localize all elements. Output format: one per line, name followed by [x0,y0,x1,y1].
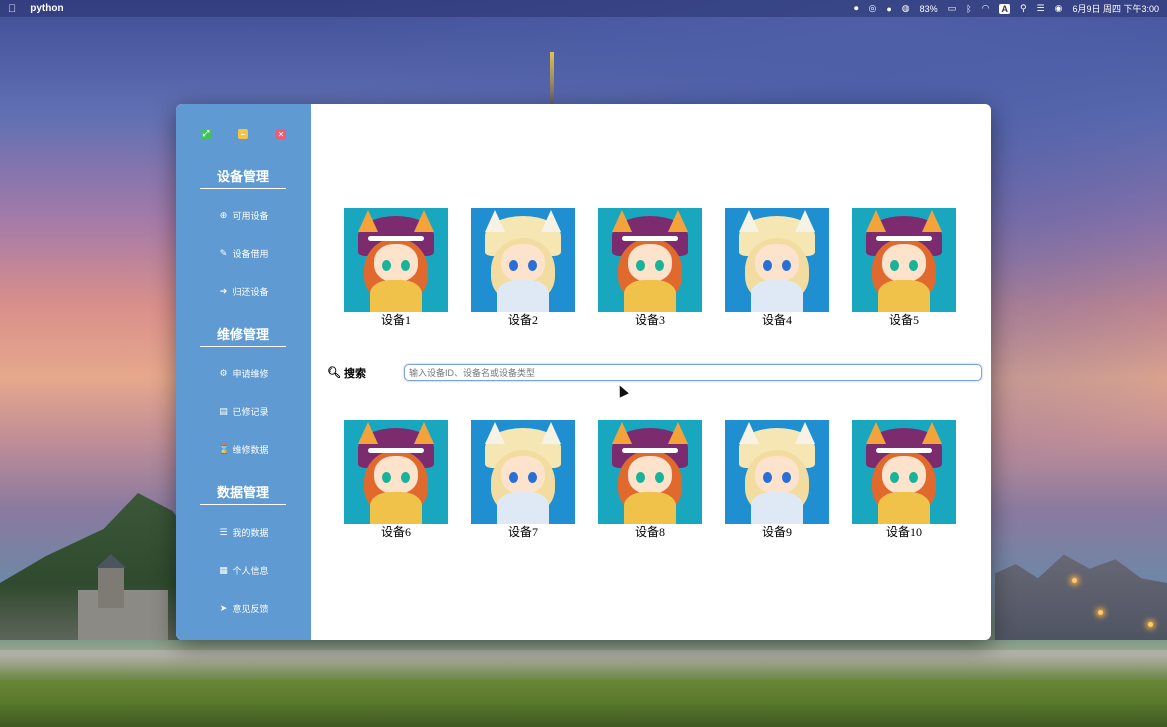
search-input[interactable] [404,364,982,381]
sidebar-item-label: 意见反馈 [232,603,269,614]
sidebar-item-apply-repair[interactable]: ⚙ 申请维修 [176,363,311,383]
maximize-icon[interactable]: ⤢ [201,129,211,139]
gears-icon: ⚙ [219,367,228,378]
sidebar-item-available-devices[interactable]: ⊕ 可用设备 [176,205,311,225]
device-label: 设备5 [888,313,919,327]
list-icon: ☰ [219,526,228,537]
device-image [852,208,956,312]
input-method-icon[interactable]: A [999,3,1010,14]
status-area: ⏺ ◎ ● ◍ 83% ▭ ᛒ ◠ A ⚲ ☰ ◉ 6月9日 周四 下午3:00 [854,2,1159,15]
main-content: 设备1 设备2 设备3 设备4 设备5 🔍︎ 搜索 输入设备ID、设备名或设备类… [311,104,991,640]
castle-tower-scenery [96,554,126,608]
device-card[interactable]: 设备4 [725,208,829,327]
app-menu-name[interactable]: python [30,3,63,14]
paper-plane-icon: ➤ [219,602,228,613]
device-card[interactable]: 设备3 [598,208,702,327]
device-image [598,208,702,312]
town-scenery [995,554,1167,640]
sidebar-item-label: 我的数据 [232,527,269,538]
device-card[interactable]: 设备1 [344,208,448,327]
device-label: 设备7 [507,525,538,539]
chat-icon[interactable]: ◍ [902,3,910,14]
sidebar-item-label: 归还设备 [232,286,269,297]
qq-icon[interactable]: ● [886,4,891,14]
file-icon: ▤ [219,405,228,416]
edit-icon: ✎ [219,247,228,258]
town-light [1098,610,1103,615]
apple-icon[interactable]:  [8,3,16,15]
menu-bar:  python ⏺ ◎ ● ◍ 83% ▭ ᛒ ◠ A ⚲ ☰ ◉ 6月9日 … [0,0,1167,17]
spotlight-search-icon[interactable]: ⚲ [1020,3,1027,14]
sidebar-item-label: 个人信息 [232,565,269,576]
device-card[interactable]: 设备7 [471,420,575,539]
sidebar: ⤢ – ✕ 设备管理 ⊕ 可用设备 ✎ 设备借用 ➜ 归还设备 维修管理 ⚙ 申… [176,104,311,640]
map-icon: ▦ [219,564,228,575]
hourglass-icon: ⌛ [218,443,230,454]
device-card[interactable]: 设备2 [471,208,575,327]
device-label: 设备8 [634,525,665,539]
wifi-icon[interactable]: ◠ [982,3,990,14]
sidebar-item-feedback[interactable]: ➤ 意见反馈 [176,598,311,618]
device-image [344,208,448,312]
device-image [344,420,448,524]
search-label-text: 搜索 [343,367,366,380]
plus-circle-icon: ⊕ [219,209,228,220]
device-label: 设备9 [761,525,792,539]
search-label: 🔍︎ 搜索 [327,365,404,381]
sidebar-item-return-device[interactable]: ➜ 归还设备 [176,281,311,301]
sidebar-item-repair-records[interactable]: ▤ 已修记录 [176,401,311,421]
arrow-circle-icon: ➜ [219,285,228,296]
sidebar-item-personal-info[interactable]: ▦ 个人信息 [176,560,311,580]
sidebar-item-label: 已修记录 [232,406,269,417]
device-card[interactable]: 设备10 [852,420,956,539]
water-scenery [0,650,1167,680]
device-image [725,420,829,524]
device-label: 设备10 [885,525,922,539]
device-image [471,208,575,312]
device-label: 设备1 [380,313,411,327]
siri-icon[interactable]: ◉ [1055,3,1063,14]
town-light [1072,578,1077,583]
close-icon[interactable]: ✕ [276,129,286,139]
clock-text[interactable]: 6月9日 周四 下午3:00 [1072,2,1159,15]
device-image [471,420,575,524]
device-card[interactable]: 设备6 [344,420,448,539]
bluetooth-icon[interactable]: ᛒ [966,4,971,14]
sidebar-item-label: 维修数据 [232,444,269,455]
minimize-icon[interactable]: – [238,129,248,139]
section-title-repair-management: 维修管理 [200,324,286,347]
section-title-device-management: 设备管理 [200,166,286,189]
app-window: ⤢ – ✕ 设备管理 ⊕ 可用设备 ✎ 设备借用 ➜ 归还设备 维修管理 ⚙ 申… [176,104,991,640]
device-card[interactable]: 设备5 [852,208,956,327]
sidebar-item-label: 设备借用 [232,248,269,259]
search-icon: 🔍︎ [327,367,341,379]
sidebar-item-label: 可用设备 [232,210,269,221]
device-label: 设备6 [380,525,411,539]
town-light [1148,622,1153,627]
device-label: 设备4 [761,313,792,327]
device-image [598,420,702,524]
device-card[interactable]: 设备9 [725,420,829,539]
device-label: 设备3 [634,313,665,327]
battery-icon[interactable]: ▭ [948,3,957,14]
sidebar-item-my-data[interactable]: ☰ 我的数据 [176,522,311,542]
device-label: 设备2 [507,313,538,327]
sidebar-item-borrow-device[interactable]: ✎ 设备借用 [176,243,311,263]
section-title-data-management: 数据管理 [200,482,286,505]
device-image [852,420,956,524]
spire-scenery [550,52,554,107]
device-card[interactable]: 设备8 [598,420,702,539]
battery-percent: 83% [919,3,938,14]
sidebar-item-repair-data[interactable]: ⌛ 维修数据 [176,439,311,459]
sidebar-item-label: 申请维修 [232,368,269,379]
control-center-icon[interactable]: ☰ [1037,3,1045,14]
wechat-icon[interactable]: ◎ [868,3,876,14]
search-row: 🔍︎ 搜索 [327,364,982,381]
record-icon[interactable]: ⏺ [854,3,859,14]
device-image [725,208,829,312]
